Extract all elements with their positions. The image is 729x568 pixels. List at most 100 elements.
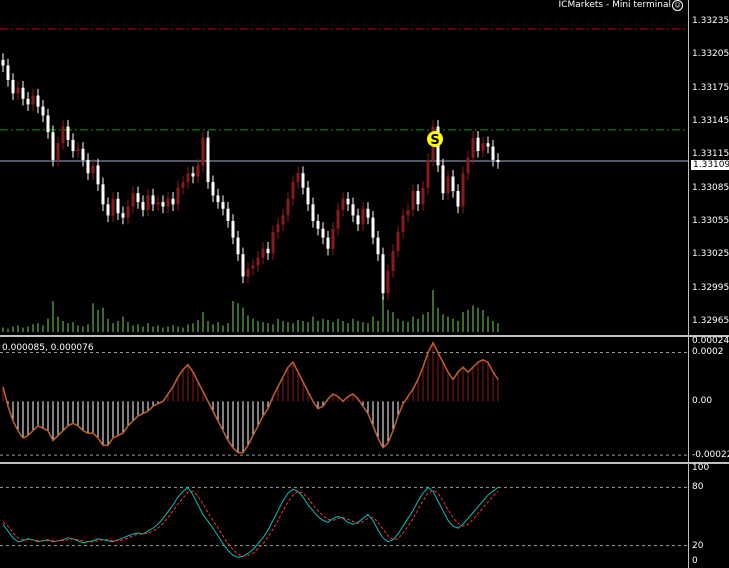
candle-body [246, 268, 250, 277]
volume-bar [442, 314, 444, 332]
pane-divider-2[interactable] [0, 462, 729, 464]
candle-body [111, 198, 115, 216]
candle-body [106, 204, 110, 216]
volume-bar [372, 316, 374, 332]
candle-body [1, 59, 5, 66]
candle-body [486, 143, 490, 147]
volume-bar [307, 322, 309, 332]
volume-bar [77, 325, 79, 332]
candle-body [481, 143, 485, 152]
candle-body [286, 198, 290, 216]
volume-bar [352, 318, 354, 332]
candle-body [41, 106, 45, 116]
candle-body [371, 217, 375, 238]
candle-body [366, 208, 370, 218]
price-tick-label: 1.33145 [692, 116, 729, 127]
pane-divider-1[interactable] [0, 335, 729, 337]
candle-body [36, 95, 40, 107]
candle-body [341, 198, 345, 210]
candle-body [336, 209, 340, 229]
volume-bar [27, 326, 29, 332]
candle-body [126, 206, 130, 218]
volume-bar [292, 323, 294, 332]
price-tick-label: 1.33175 [692, 82, 729, 93]
candle-body [81, 148, 85, 160]
volume-bar [382, 296, 384, 332]
candle-body [441, 165, 445, 194]
volume-bar [237, 303, 239, 332]
volume-bar [122, 316, 124, 332]
candle-body [201, 137, 205, 166]
volume-bar [317, 320, 319, 332]
candle-body [91, 165, 95, 174]
volume-bar [387, 309, 389, 332]
sell-signal-marker: S [427, 131, 443, 148]
trading-chart[interactable]: S [0, 0, 729, 568]
volume-bar [117, 320, 119, 332]
candle-body [51, 132, 55, 160]
stochastic-pane[interactable] [0, 486, 688, 558]
volume-bar [452, 318, 454, 332]
volume-bar [447, 316, 449, 332]
smiley-icon[interactable]: ☺ [672, 0, 683, 11]
volume-bar [137, 324, 139, 332]
candle-body [351, 204, 355, 216]
candle-body [6, 65, 10, 80]
volume-bar [412, 316, 414, 332]
candle-body [326, 237, 330, 249]
candle-body [241, 254, 245, 277]
candle-body [276, 224, 280, 233]
price-tick-label: 1.33085 [692, 182, 729, 193]
volume-bar [332, 322, 334, 332]
candle-body [156, 202, 160, 205]
price-tick-label: 1.33055 [692, 215, 729, 226]
candle-body [401, 215, 405, 233]
candle-body [61, 126, 65, 144]
candle-body [226, 208, 230, 221]
candle-body [281, 215, 285, 225]
candle-body [11, 79, 15, 94]
candle-body [316, 220, 320, 229]
price-tick-label: 1.33115 [692, 149, 729, 160]
volume-bar [477, 307, 479, 332]
candle-body [166, 198, 170, 207]
volume-bar [187, 324, 189, 332]
volume-bar [172, 325, 174, 332]
volume-bar [167, 326, 169, 332]
volume-bar [342, 320, 344, 332]
volume-bar [92, 303, 94, 332]
volume-bar [367, 323, 369, 332]
volume-bar [287, 322, 289, 332]
volume-bar [427, 312, 429, 332]
volume-bar [17, 325, 19, 332]
candle-body [101, 184, 105, 205]
volume-bar [312, 316, 314, 332]
candle-body [71, 139, 75, 152]
candle-body [466, 157, 470, 174]
volume-bar [242, 307, 244, 332]
oscillator-pane[interactable] [0, 341, 688, 456]
candle-body [416, 190, 420, 205]
volume-bar [97, 309, 99, 332]
volume-bar [432, 290, 434, 332]
volume-bar [357, 320, 359, 332]
osc-tick-label: 0.00 [692, 396, 713, 407]
candle-body [446, 176, 450, 194]
candle-body [231, 220, 235, 238]
price-pane[interactable]: S [0, 28, 688, 332]
volume-bar [297, 319, 299, 332]
volume-bar [62, 320, 64, 332]
window-title: ICMarkets - Mini terminal [558, 0, 671, 10]
volume-bar [132, 325, 134, 332]
volume-bar [232, 301, 234, 332]
candle-body [451, 176, 455, 191]
candle-body [381, 254, 385, 294]
volume-bar [212, 324, 214, 332]
candle-body [176, 187, 180, 205]
volume-bar [67, 323, 69, 332]
volume-bar [2, 327, 4, 332]
candle-body [361, 208, 365, 225]
volume-bar [272, 324, 274, 332]
stoch-tick-label: 80 [692, 482, 704, 493]
osc-tick-label: 0.0002 [692, 347, 724, 358]
